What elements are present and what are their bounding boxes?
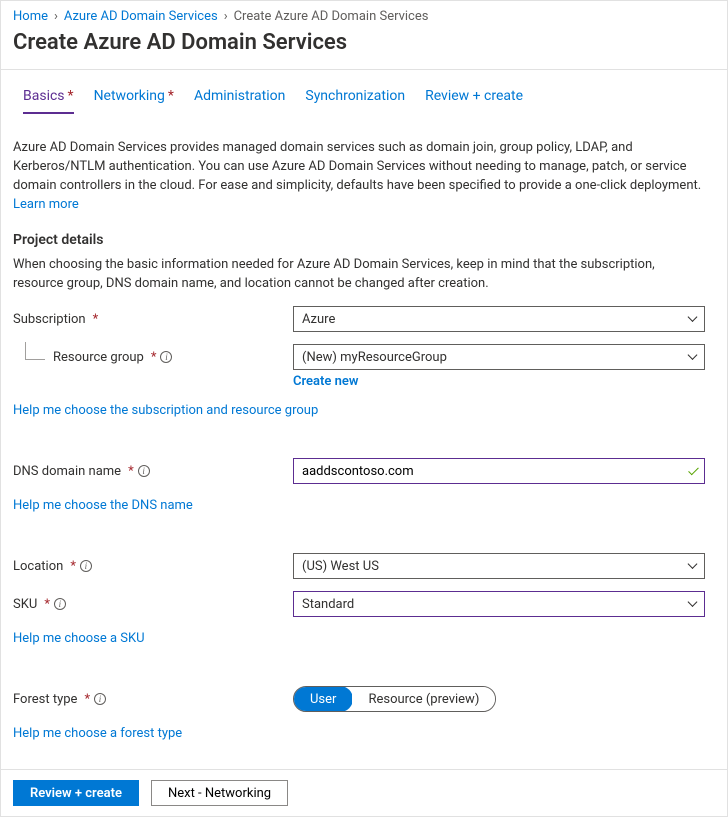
required-indicator: * <box>68 88 74 104</box>
label-text: SKU <box>13 597 37 612</box>
breadcrumb-home[interactable]: Home <box>13 9 48 24</box>
sku-label: SKU * i <box>13 597 293 612</box>
info-icon[interactable]: i <box>160 351 172 363</box>
label-text: Resource group <box>53 350 144 365</box>
chevron-right-icon: › <box>54 9 58 24</box>
tab-administration[interactable]: Administration <box>194 88 285 114</box>
row-sku: SKU * i Standard <box>13 591 705 617</box>
required-indicator: * <box>168 88 174 104</box>
tab-review-create[interactable]: Review + create <box>425 88 523 114</box>
label-text: Location <box>13 559 63 574</box>
page-container: Home › Azure AD Domain Services › Create… <box>0 0 728 817</box>
project-details-desc: When choosing the basic information need… <box>13 256 705 294</box>
select-value: Standard <box>302 597 354 612</box>
chevron-down-icon <box>688 559 698 569</box>
page-title: Create Azure AD Domain Services <box>1 28 727 70</box>
select-value: (US) West US <box>302 559 379 574</box>
help-sku-link[interactable]: Help me choose a SKU <box>13 631 705 646</box>
row-location: Location * i (US) West US <box>13 553 705 579</box>
help-subscription-link[interactable]: Help me choose the subscription and reso… <box>13 403 705 418</box>
subscription-label: Subscription * <box>13 312 293 327</box>
chevron-down-icon <box>688 597 698 607</box>
tab-basics[interactable]: Basics* <box>23 88 74 114</box>
location-label: Location * i <box>13 559 293 574</box>
review-create-button[interactable]: Review + create <box>13 780 139 806</box>
tab-synchronization[interactable]: Synchronization <box>305 88 405 114</box>
info-icon[interactable]: i <box>94 693 106 705</box>
label-text: Subscription <box>13 312 86 327</box>
required-indicator: * <box>84 692 90 707</box>
forest-type-resource[interactable]: Resource (preview) <box>352 687 495 711</box>
resource-group-select[interactable]: (New) myResourceGroup <box>293 344 705 370</box>
required-indicator: * <box>151 350 157 365</box>
forest-type-user[interactable]: User <box>293 686 353 712</box>
row-dns-name: DNS domain name * i <box>13 458 705 484</box>
select-value: Azure <box>302 312 335 327</box>
dns-name-input[interactable] <box>302 459 676 483</box>
select-value: (New) myResourceGroup <box>302 350 447 365</box>
learn-more-link[interactable]: Learn more <box>13 197 79 212</box>
form-area: Azure AD Domain Services provides manage… <box>1 114 727 769</box>
chevron-down-icon <box>688 350 698 360</box>
next-networking-button[interactable]: Next - Networking <box>151 780 288 806</box>
intro-text: Azure AD Domain Services provides manage… <box>13 139 705 214</box>
project-details-heading: Project details <box>13 232 705 248</box>
tab-networking[interactable]: Networking* <box>94 88 174 114</box>
info-icon[interactable]: i <box>54 598 66 610</box>
indent-connector-icon <box>25 342 45 360</box>
location-select[interactable]: (US) West US <box>293 553 705 579</box>
chevron-down-icon <box>688 312 698 322</box>
required-indicator: * <box>93 312 99 327</box>
info-icon[interactable]: i <box>80 560 92 572</box>
breadcrumb: Home › Azure AD Domain Services › Create… <box>1 1 727 28</box>
breadcrumb-service[interactable]: Azure AD Domain Services <box>64 9 218 24</box>
dns-name-input-wrap <box>293 458 705 484</box>
sku-select[interactable]: Standard <box>293 591 705 617</box>
info-icon[interactable]: i <box>138 465 150 477</box>
tab-label: Networking <box>94 88 165 104</box>
required-indicator: * <box>70 559 76 574</box>
forest-type-toggle: User Resource (preview) <box>293 686 496 712</box>
row-forest-type: Forest type * i User Resource (preview) <box>13 686 705 712</box>
required-indicator: * <box>44 597 50 612</box>
forest-type-label: Forest type * i <box>13 692 293 707</box>
resource-group-label: Resource group * i <box>13 350 293 365</box>
row-subscription: Subscription * Azure <box>13 306 705 332</box>
tab-label: Basics <box>23 88 65 104</box>
dns-name-label: DNS domain name * i <box>13 464 293 479</box>
validation-success-icon <box>688 465 699 476</box>
required-indicator: * <box>128 464 134 479</box>
intro-body: Azure AD Domain Services provides manage… <box>13 140 701 193</box>
help-forest-link[interactable]: Help me choose a forest type <box>13 726 705 741</box>
footer-bar: Review + create Next - Networking <box>1 769 727 816</box>
label-text: DNS domain name <box>13 464 121 479</box>
subscription-select[interactable]: Azure <box>293 306 705 332</box>
help-dns-link[interactable]: Help me choose the DNS name <box>13 498 705 513</box>
row-resource-group: Resource group * i (New) myResourceGroup <box>13 344 705 370</box>
chevron-right-icon: › <box>224 9 228 24</box>
create-new-link[interactable]: Create new <box>293 374 358 389</box>
label-text: Forest type <box>13 692 77 707</box>
tab-bar: Basics* Networking* Administration Synch… <box>1 70 727 114</box>
breadcrumb-current: Create Azure AD Domain Services <box>234 9 429 24</box>
